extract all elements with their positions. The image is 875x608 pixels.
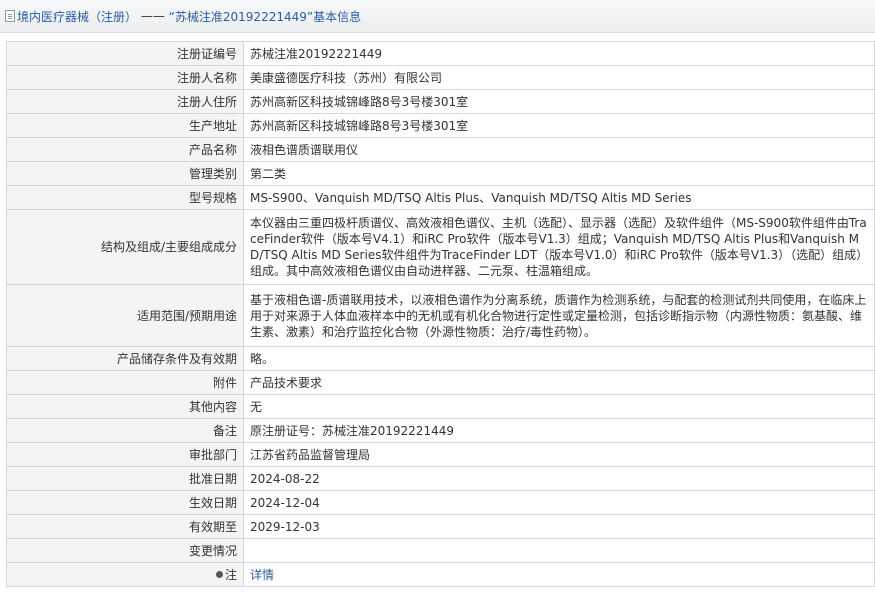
row-value: 2024-08-22 bbox=[243, 466, 875, 491]
table-row: 注册证编号 苏械注准20192221449 bbox=[6, 41, 875, 66]
table-row: 审批部门 江苏省药品监督管理局 bbox=[6, 442, 875, 467]
row-value: 略。 bbox=[243, 346, 875, 371]
row-value: 美康盛德医疗科技（苏州）有限公司 bbox=[243, 65, 875, 90]
row-label: 注册证编号 bbox=[6, 41, 244, 66]
document-icon bbox=[5, 10, 15, 22]
table-row: 注册人名称 美康盛德医疗科技（苏州）有限公司 bbox=[6, 65, 875, 90]
row-value: 液相色谱质谱联用仪 bbox=[243, 137, 875, 162]
row-label: 生产地址 bbox=[6, 113, 244, 138]
table-row: 产品储存条件及有效期 略。 bbox=[6, 346, 875, 371]
row-value: 苏械注准20192221449 bbox=[243, 41, 875, 66]
row-value: 苏州高新区科技城锦峰路8号3号楼301室 bbox=[243, 113, 875, 138]
breadcrumb: 境内医疗器械（注册） —— “苏械注准20192221449”基本信息 bbox=[0, 0, 875, 33]
row-value: 原注册证号：苏械注准20192221449 bbox=[243, 418, 875, 443]
row-label: 有效期至 bbox=[6, 514, 244, 539]
note-label: 注 bbox=[224, 567, 237, 582]
row-value: 本仪器由三重四极杆质谱仪、高效液相色谱仪、主机（选配）、显示器（选配）及软件组件… bbox=[243, 209, 875, 285]
table-row: 型号规格 MS-S900、Vanquish MD/TSQ Altis Plus、… bbox=[6, 185, 875, 210]
row-value: 无 bbox=[243, 394, 875, 419]
row-value: 2029-12-03 bbox=[243, 514, 875, 539]
row-value: 2024-12-04 bbox=[243, 490, 875, 515]
note-value-cell: 详情 bbox=[243, 562, 875, 587]
note-label-cell: 注 bbox=[6, 562, 244, 587]
details-link[interactable]: 详情 bbox=[250, 568, 274, 582]
table-row: 管理类别 第二类 bbox=[6, 161, 875, 186]
row-label: 管理类别 bbox=[6, 161, 244, 186]
row-value: 江苏省药品监督管理局 bbox=[243, 442, 875, 467]
row-label: 变更情况 bbox=[6, 538, 244, 563]
table-row: 其他内容 无 bbox=[6, 394, 875, 419]
row-label: 型号规格 bbox=[6, 185, 244, 210]
row-label: 适用范围/预期用途 bbox=[6, 284, 244, 347]
lightbulb-icon bbox=[215, 570, 223, 578]
table-row: 备注 原注册证号：苏械注准20192221449 bbox=[6, 418, 875, 443]
row-value: 第二类 bbox=[243, 161, 875, 186]
row-label: 附件 bbox=[6, 370, 244, 395]
row-label: 产品储存条件及有效期 bbox=[6, 346, 244, 371]
row-value: 产品技术要求 bbox=[243, 370, 875, 395]
table-row: 变更情况 bbox=[6, 538, 875, 563]
row-label: 批准日期 bbox=[6, 466, 244, 491]
table-row: 批准日期 2024-08-22 bbox=[6, 466, 875, 491]
row-label: 生效日期 bbox=[6, 490, 244, 515]
row-value bbox=[243, 538, 875, 563]
row-value: 基于液相色谱-质谱联用技术，以液相色谱作为分离系统，质谱作为检测系统，与配套的检… bbox=[243, 284, 875, 347]
table-row: 有效期至 2029-12-03 bbox=[6, 514, 875, 539]
table-row: 结构及组成/主要组成成分 本仪器由三重四极杆质谱仪、高效液相色谱仪、主机（选配）… bbox=[6, 209, 875, 285]
breadcrumb-separator: —— bbox=[140, 9, 165, 23]
row-label: 注册人名称 bbox=[6, 65, 244, 90]
row-label: 产品名称 bbox=[6, 137, 244, 162]
row-label: 审批部门 bbox=[6, 442, 244, 467]
row-value: 苏州高新区科技城锦峰路8号3号楼301室 bbox=[243, 89, 875, 114]
row-value: MS-S900、Vanquish MD/TSQ Altis Plus、Vanqu… bbox=[243, 185, 875, 210]
row-label: 注册人住所 bbox=[6, 89, 244, 114]
table-row: 适用范围/预期用途 基于液相色谱-质谱联用技术，以液相色谱作为分离系统，质谱作为… bbox=[6, 284, 875, 347]
table-row: 生产地址 苏州高新区科技城锦峰路8号3号楼301室 bbox=[6, 113, 875, 138]
table-row: 注册人住所 苏州高新区科技城锦峰路8号3号楼301室 bbox=[6, 89, 875, 114]
row-label: 其他内容 bbox=[6, 394, 244, 419]
info-table: 注册证编号 苏械注准20192221449 注册人名称 美康盛德医疗科技（苏州）… bbox=[6, 41, 875, 587]
table-row: 产品名称 液相色谱质谱联用仪 bbox=[6, 137, 875, 162]
table-row: 生效日期 2024-12-04 bbox=[6, 490, 875, 515]
note-row: 注 详情 bbox=[6, 562, 875, 587]
page-title: “苏械注准20192221449”基本信息 bbox=[168, 9, 362, 24]
row-label: 结构及组成/主要组成成分 bbox=[6, 209, 244, 285]
row-label: 备注 bbox=[6, 418, 244, 443]
table-row: 附件 产品技术要求 bbox=[6, 370, 875, 395]
breadcrumb-link-domestic-devices[interactable]: 境内医疗器械（注册） bbox=[17, 8, 137, 25]
